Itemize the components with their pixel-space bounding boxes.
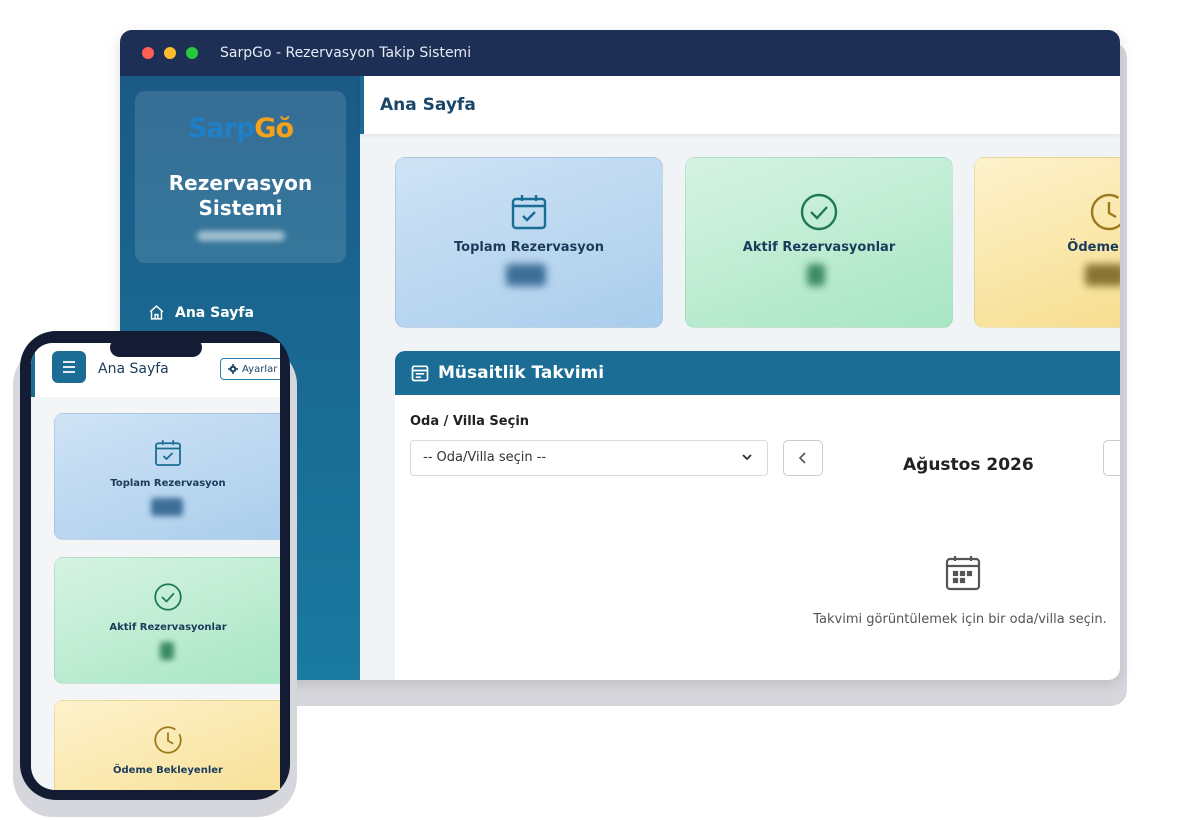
settings-label: Ayarlar [242, 363, 278, 375]
calendar-empty-icon [945, 556, 981, 591]
mobile-stat-card-total[interactable]: Toplam Rezervasyon [54, 413, 280, 540]
clock-icon [154, 726, 182, 754]
mobile-stat-card-pending[interactable]: Ödeme Bekleyenler [54, 700, 280, 790]
gear-icon [228, 364, 238, 374]
close-dot[interactable] [142, 47, 154, 59]
chevron-down-icon [742, 454, 752, 461]
empty-state-text: Takvimi görüntülemek için bir oda/villa … [813, 612, 1107, 627]
stat-label: Aktif Rezervasyonlar [742, 240, 896, 255]
settings-button[interactable]: Ayarlar [220, 358, 280, 380]
logo-part-sarp: Sarp [187, 113, 255, 144]
check-circle-icon [800, 193, 838, 231]
menu-button[interactable] [52, 351, 86, 383]
chevron-right-icon [1117, 451, 1120, 465]
maximize-dot[interactable] [186, 47, 198, 59]
blurred-value [807, 264, 825, 286]
brand-card: SarpGŏ Rezervasyon Sistemi [135, 91, 346, 263]
room-select[interactable]: -- Oda/Villa seçin -- [410, 440, 768, 476]
calendar-check-icon [155, 440, 181, 466]
calendar-check-icon [511, 195, 547, 230]
chevron-left-icon [798, 452, 806, 464]
main-content: Ana Sayfa Toplam Rezervasyon Aktif Rezer… [360, 76, 1120, 680]
phone-screen: Ana Sayfa Ayarlar Toplam Rezervasyon Akt… [31, 343, 280, 790]
stat-card-total[interactable]: Toplam Rezervasyon [395, 157, 663, 328]
brand-title: Rezervasyon Sistemi [168, 171, 313, 220]
home-icon [149, 305, 164, 320]
blurred-value [151, 498, 183, 516]
current-month: Ağustos 2026 [903, 455, 1034, 475]
calendar-icon [411, 365, 429, 382]
select-value: -- Oda/Villa seçin -- [423, 450, 547, 465]
stat-label: Toplam Rezervasyon [110, 478, 226, 489]
logo: SarpGŏ [135, 113, 346, 144]
sidebar-item-ana-sayfa[interactable]: Ana Sayfa [148, 304, 254, 321]
prev-month-button[interactable] [783, 440, 823, 476]
stat-card-pending[interactable]: Ödeme Bek [974, 157, 1120, 328]
clock-icon [1090, 193, 1120, 231]
check-circle-icon [154, 583, 182, 611]
top-bar: Ana Sayfa [360, 76, 1120, 134]
logo-part-go: Gŏ [254, 113, 294, 144]
availability-panel: Müsaitlik Takvimi Oda / Villa Seçin -- O… [395, 351, 1120, 680]
stat-label: Ödeme Bek [1067, 240, 1120, 255]
blurred-value [160, 642, 174, 660]
panel-header: Müsaitlik Takvimi [395, 351, 1120, 395]
stat-label: Toplam Rezervasyon [454, 240, 604, 255]
select-label: Oda / Villa Seçin [410, 414, 530, 429]
panel-title: Müsaitlik Takvimi [438, 363, 605, 383]
sidebar-item-label: Ana Sayfa [175, 304, 254, 321]
title-bar: SarpGo - Rezervasyon Takip Sistemi [120, 30, 1120, 76]
window-title: SarpGo - Rezervasyon Takip Sistemi [220, 45, 472, 61]
mobile-stat-card-active[interactable]: Aktif Rezervasyonlar [54, 557, 280, 684]
stat-label: Aktif Rezervasyonlar [109, 622, 227, 633]
next-month-button[interactable] [1103, 440, 1120, 476]
stat-label: Ödeme Bekleyenler [113, 765, 223, 776]
blurred-value [506, 264, 546, 286]
mobile-page-title: Ana Sayfa [98, 361, 169, 377]
phone-notch [110, 338, 202, 357]
page-title: Ana Sayfa [380, 95, 476, 115]
blurred-username [197, 231, 285, 241]
minimize-dot[interactable] [164, 47, 176, 59]
hamburger-icon [63, 361, 75, 373]
stat-card-active[interactable]: Aktif Rezervasyonlar [685, 157, 953, 328]
blurred-value [1085, 264, 1120, 286]
